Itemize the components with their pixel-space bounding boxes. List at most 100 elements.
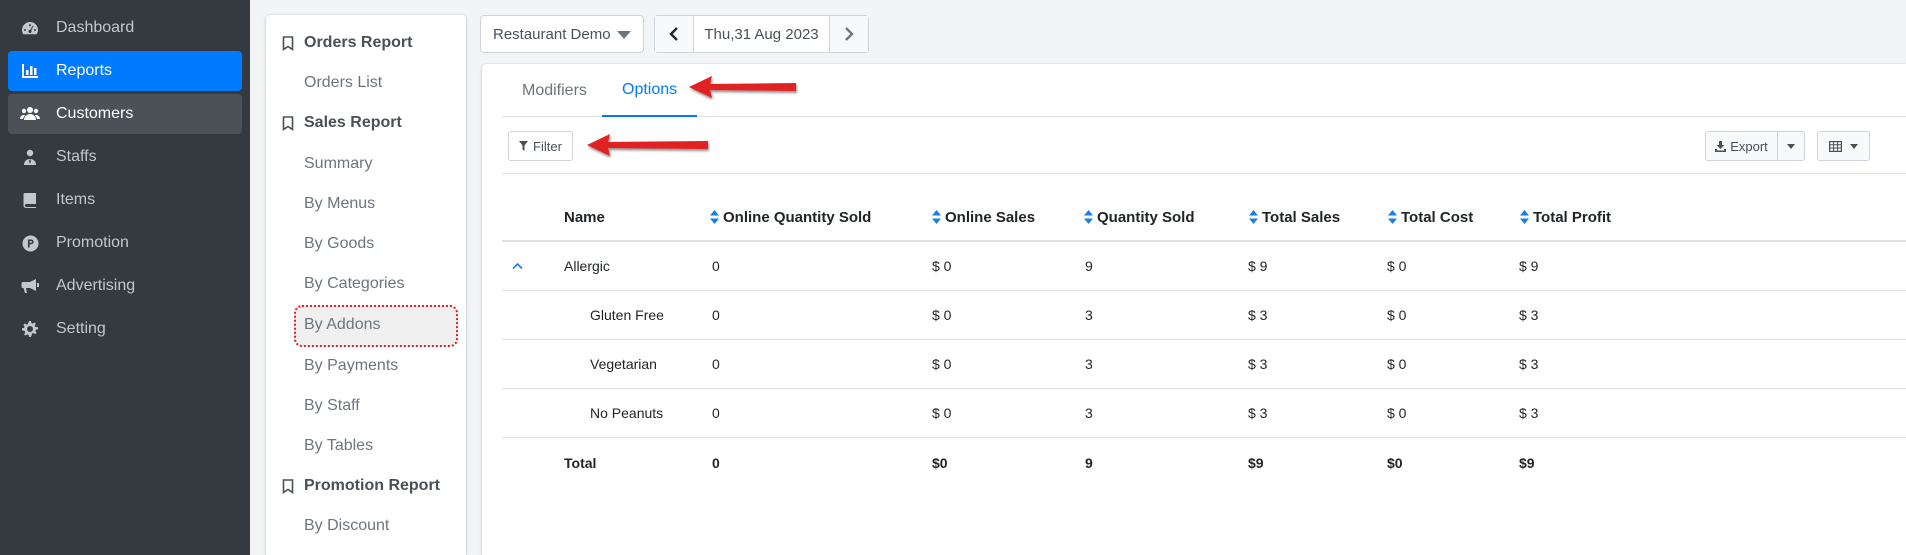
bookmark-icon (282, 478, 294, 494)
sidebar-item-dashboard[interactable]: Dashboard (8, 8, 242, 48)
previous-date-button[interactable] (655, 16, 694, 52)
cell-quantity: 9 (1085, 454, 1093, 471)
sidebar-item-setting[interactable]: Setting (8, 309, 242, 349)
promotion-report-heading[interactable]: Promotion Report (282, 477, 440, 495)
table-icon (1829, 140, 1842, 152)
sales-report-heading[interactable]: Sales Report (282, 114, 402, 132)
cell-quantity: 9 (1085, 258, 1093, 274)
sidebar-item-label: Staffs (56, 148, 97, 165)
chevron-left-icon (669, 27, 678, 41)
users-icon (20, 105, 40, 123)
cell-total-cost: $ 0 (1387, 405, 1407, 421)
cell-total-profit: $ 3 (1519, 356, 1539, 372)
submenu-by-staff[interactable]: By Staff (304, 397, 360, 415)
sidebar-item-promotion[interactable]: Promotion (8, 223, 242, 263)
caret-down-icon (1850, 143, 1858, 149)
current-date[interactable]: Thu,31 Aug 2023 (694, 16, 829, 52)
column-header-name[interactable]: Name (564, 194, 605, 240)
cell-total-cost: $0 (1387, 454, 1403, 471)
cell-online-sales: $ 0 (932, 405, 952, 421)
filter-icon (519, 141, 529, 151)
column-header-online-quantity-sold[interactable]: Online Quantity Sold (710, 194, 871, 240)
submenu-by-addons[interactable]: By Addons (304, 316, 381, 334)
cell-total-profit: $ 9 (1519, 258, 1539, 274)
cell-online-quantity: 0 (712, 405, 720, 421)
cell-total-sales: $ 3 (1248, 307, 1268, 323)
sort-icon (1249, 210, 1258, 224)
cell-online-sales: $ 0 (932, 258, 952, 274)
column-header-total-sales[interactable]: Total Sales (1249, 194, 1340, 240)
caret-down-icon (1787, 143, 1795, 149)
sort-icon (1520, 210, 1529, 224)
submenu-by-discount[interactable]: By Discount (304, 517, 389, 535)
sidebar-item-label: Reports (56, 62, 113, 79)
cell-total-profit: $9 (1519, 454, 1535, 471)
bar-chart-icon (20, 62, 40, 80)
export-dropdown-toggle[interactable] (1778, 132, 1804, 160)
cell-quantity: 3 (1085, 405, 1093, 421)
cell-online-sales: $0 (932, 454, 948, 471)
cell-online-quantity: 0 (712, 454, 720, 471)
submenu-by-payments[interactable]: By Payments (304, 357, 398, 375)
tachometer-icon (20, 19, 40, 37)
column-header-total-profit[interactable]: Total Profit (1520, 194, 1611, 240)
submenu-by-menus[interactable]: By Menus (304, 195, 375, 213)
columns-toggle-button[interactable] (1817, 131, 1870, 161)
sort-icon (710, 210, 719, 224)
cell-total-profit: $ 3 (1519, 405, 1539, 421)
cell-name: Gluten Free (590, 307, 664, 323)
filter-button[interactable]: Filter (508, 131, 573, 161)
caret-down-icon (617, 31, 631, 39)
store-select[interactable]: Restaurant Demo (480, 15, 644, 53)
table-row: Gluten Free 0 $ 0 3 $ 3 $ 0 $ 3 (502, 291, 1906, 340)
store-select-value: Restaurant Demo (493, 25, 611, 43)
column-header-quantity-sold[interactable]: Quantity Sold (1084, 194, 1195, 240)
submenu-orders-list[interactable]: Orders List (304, 74, 382, 92)
sort-icon (1388, 210, 1397, 224)
tab-options[interactable]: Options (602, 64, 698, 117)
sidebar-item-label: Promotion (56, 234, 129, 251)
next-date-button[interactable] (829, 16, 868, 52)
tab-modifiers[interactable]: Modifiers (502, 64, 607, 117)
table-header-row: Name Online Quantity Sold Online Sales Q… (502, 194, 1906, 242)
sort-icon (1084, 210, 1093, 224)
submenu-summary[interactable]: Summary (304, 155, 372, 173)
submenu-by-categories[interactable]: By Categories (304, 275, 405, 293)
sidebar-item-reports[interactable]: Reports (8, 51, 242, 91)
submenu-by-goods[interactable]: By Goods (304, 235, 374, 253)
orders-report-heading[interactable]: Orders Report (282, 34, 412, 52)
divider (502, 173, 1906, 174)
submenu-by-tables[interactable]: By Tables (304, 437, 373, 455)
column-header-total-cost[interactable]: Total Cost (1388, 194, 1473, 240)
chevron-up-icon (512, 262, 523, 270)
sidebar-item-label: Dashboard (56, 19, 135, 36)
cell-online-quantity: 0 (712, 307, 720, 323)
cell-name: Allergic (564, 258, 610, 274)
sidebar-item-advertising[interactable]: Advertising (8, 266, 242, 306)
sidebar-item-customers[interactable]: Customers (8, 94, 242, 134)
sidebar-item-label: Customers (56, 105, 134, 122)
bookmark-icon (282, 35, 294, 51)
cell-name: Total (564, 454, 597, 471)
column-header-online-sales[interactable]: Online Sales (932, 194, 1035, 240)
cell-online-sales: $ 0 (932, 356, 952, 372)
report-submenu: Orders Report Orders List Sales Report S… (266, 15, 466, 555)
product-hunt-icon (20, 234, 40, 252)
user-tie-icon (20, 148, 40, 166)
gear-icon (20, 320, 40, 338)
cell-total-cost: $ 0 (1387, 356, 1407, 372)
bullhorn-icon (20, 277, 40, 295)
cell-name: No Peanuts (590, 405, 664, 421)
cell-quantity: 3 (1085, 356, 1093, 372)
sidebar-item-items[interactable]: Items (8, 180, 242, 220)
cell-total-sales: $ 3 (1248, 356, 1268, 372)
cell-total-profit: $ 3 (1519, 307, 1539, 323)
sidebar-item-label: Advertising (56, 277, 136, 294)
cell-total-sales: $ 9 (1248, 258, 1268, 274)
export-button[interactable]: Export (1706, 132, 1778, 160)
cell-online-quantity: 0 (712, 356, 720, 372)
table-row: Allergic 0 $ 0 9 $ 9 $ 0 $ 9 (502, 242, 1906, 291)
sidebar-item-staffs[interactable]: Staffs (8, 137, 242, 177)
collapse-toggle[interactable] (512, 242, 523, 290)
options-table: Name Online Quantity Sold Online Sales Q… (502, 194, 1906, 487)
